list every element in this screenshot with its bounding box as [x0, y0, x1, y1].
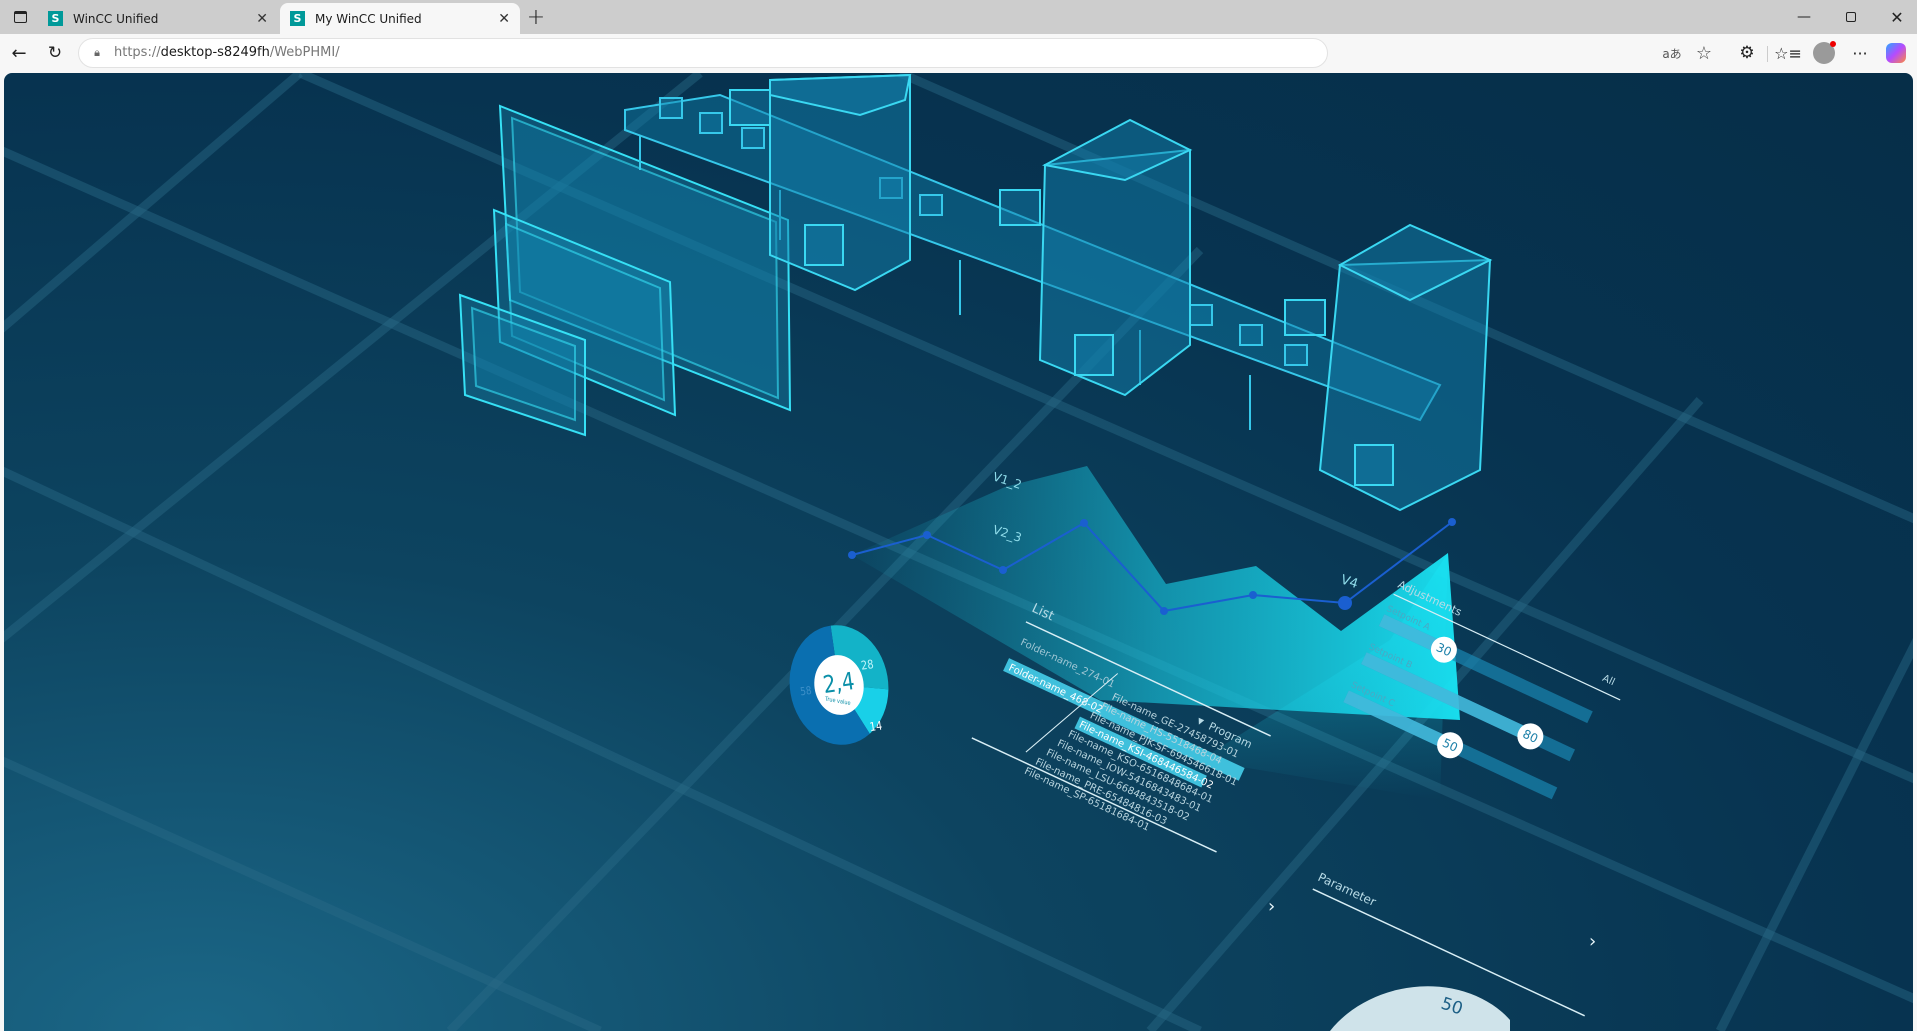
all-filter-dropdown[interactable]: All — [1600, 673, 1616, 688]
favorite-star-icon[interactable]: ☆ — [1692, 42, 1716, 64]
tab-actions-icon[interactable] — [10, 8, 30, 26]
copilot-icon[interactable] — [1884, 41, 1908, 65]
chart-data-point — [923, 531, 931, 539]
tab-title: WinCC Unified — [73, 11, 159, 26]
restore-button[interactable] — [1839, 6, 1863, 28]
production-machines-wireframe — [729, 73, 1493, 512]
toolbar-divider — [1767, 46, 1768, 62]
url-input[interactable]: 🔒︎ https://desktop-s8249fh/WebPHMI/ — [78, 38, 1328, 68]
profile-avatar[interactable] — [1812, 41, 1836, 65]
chart-label-v4: V4 — [1339, 573, 1360, 593]
url-text: https://desktop-s8249fh/WebPHMI/ — [114, 45, 340, 60]
back-button[interactable]: ← — [8, 42, 30, 64]
refresh-button[interactable]: ↻ — [44, 42, 66, 64]
parameter-next-chevron[interactable]: › — [1589, 931, 1596, 952]
url-path: /WebPHMI/ — [269, 45, 340, 60]
close-tab-icon[interactable]: ✕ — [256, 11, 268, 27]
chart-data-point — [848, 551, 856, 559]
chart-data-point — [1160, 607, 1168, 615]
donut-value: 2,4 — [821, 668, 856, 699]
chart-data-point — [999, 566, 1007, 574]
siemens-favicon-icon: S — [48, 11, 63, 26]
tab-my-wincc-unified[interactable]: S My WinCC Unified ✕ — [280, 3, 520, 34]
chart-data-point — [1080, 519, 1088, 527]
donut-segment-label: 14 — [869, 719, 883, 735]
new-tab-button[interactable]: + — [524, 5, 548, 30]
close-window-button[interactable]: ✕ — [1885, 6, 1909, 28]
favorites-icon[interactable]: ☆≡ — [1774, 42, 1802, 64]
extensions-icon[interactable]: ⚙ — [1735, 42, 1759, 64]
parameter-title: Parameter — [1316, 870, 1379, 909]
more-options-icon[interactable]: ··· — [1848, 42, 1872, 64]
address-bar: ← ↻ 🔒︎ https://desktop-s8249fh/WebPHMI/ … — [0, 34, 1917, 72]
dropdown-arrow-icon: ▼ — [1196, 716, 1206, 727]
tab-title: My WinCC Unified — [315, 11, 422, 26]
tab-bar: S WinCC Unified ✕ S My WinCC Unified ✕ +… — [0, 0, 1917, 34]
lock-icon[interactable]: 🔒︎ — [89, 45, 105, 61]
wincc-web-content[interactable]: V1_2 V2_3 V4 2,4 True value 58 28 14 Lis… — [4, 73, 1913, 1031]
donut-gauge: 2,4 True value 58 28 14 — [789, 625, 889, 745]
url-host: desktop-s8249fh — [160, 45, 270, 60]
speed-gauge: 50 — [1330, 986, 1510, 1031]
url-scheme: https:// — [114, 45, 161, 60]
chart-data-point — [1249, 591, 1257, 599]
siemens-favicon-icon: S — [290, 11, 305, 26]
donut-segment-label: 58 — [800, 685, 813, 699]
wincc-scene-illustration: V1_2 V2_3 V4 2,4 True value 58 28 14 Lis… — [4, 73, 1913, 1031]
tab-wincc-unified[interactable]: S WinCC Unified ✕ — [38, 3, 278, 34]
close-tab-icon[interactable]: ✕ — [498, 11, 510, 27]
chart-data-point — [1338, 596, 1352, 610]
list-next-chevron[interactable]: › — [1268, 896, 1275, 917]
chart-data-point — [1448, 518, 1456, 526]
donut-segment-label: 28 — [860, 657, 874, 673]
minimize-button[interactable]: — — [1792, 6, 1816, 28]
read-aloud-icon[interactable]: aあ — [1660, 43, 1684, 63]
